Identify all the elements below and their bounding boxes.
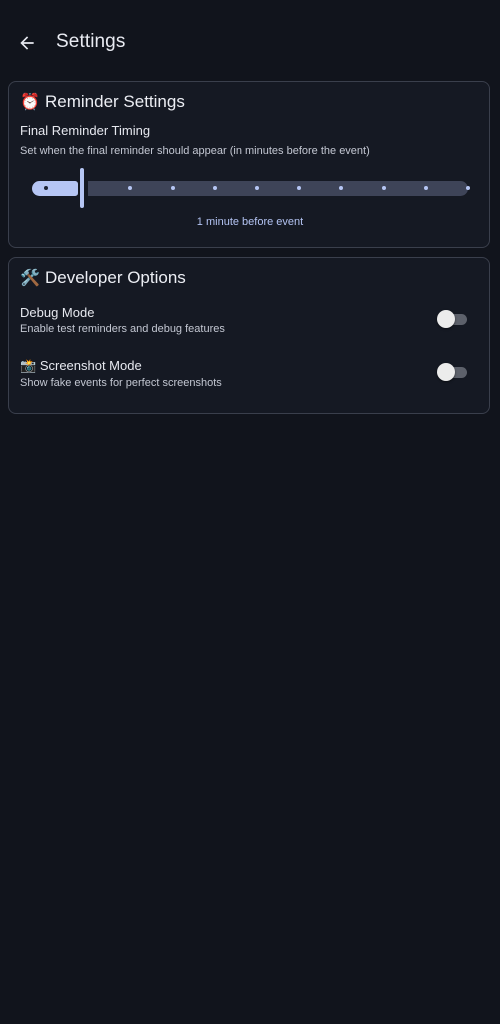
back-button[interactable] (12, 28, 42, 58)
slider-tick (212, 186, 217, 190)
reminder-settings-card: ⏰ Reminder Settings Final Reminder Timin… (8, 81, 490, 248)
slider-tick (381, 186, 386, 190)
developer-options-heading: Developer Options (45, 268, 186, 287)
slider-thumb[interactable] (80, 168, 84, 208)
final-reminder-timing-slider[interactable] (32, 168, 470, 208)
toggle-thumb (437, 310, 455, 328)
page-title: Settings (56, 31, 126, 52)
settings-screen: Settings ⏰ Reminder Settings Final Remin… (0, 0, 500, 1024)
camera-flash-icon: 📸 (20, 358, 37, 373)
reminder-settings-title: ⏰ Reminder Settings (20, 92, 185, 112)
reminder-settings-heading: Reminder Settings (45, 92, 185, 111)
slider-tick (170, 186, 175, 190)
screenshot-mode-toggle[interactable] (437, 363, 469, 381)
toggle-thumb (437, 363, 455, 381)
debug-mode-description: Enable test reminders and debug features (20, 323, 225, 335)
screenshot-mode-description: Show fake events for perfect screenshots (20, 377, 222, 389)
developer-options-card: 🛠️ Developer Options Debug Mode Enable t… (8, 257, 490, 414)
arrow-left-icon (20, 36, 34, 50)
top-app-bar: Settings (0, 0, 500, 86)
screenshot-mode-label: Screenshot Mode (39, 358, 142, 373)
screenshot-mode-label-row: 📸 Screenshot Mode (20, 358, 142, 374)
final-reminder-timing-description: Set when the final reminder should appea… (20, 145, 370, 157)
hammer-and-wrench-icon: 🛠️ (20, 270, 40, 287)
final-reminder-timing-label: Final Reminder Timing (20, 123, 151, 138)
slider-tick (255, 186, 259, 190)
slider-tick (44, 186, 48, 190)
debug-mode-toggle[interactable] (437, 310, 469, 328)
slider-tick (466, 186, 470, 190)
developer-options-title: 🛠️ Developer Options (20, 268, 186, 288)
slider-track-active (32, 181, 78, 196)
slider-tick (423, 186, 428, 190)
alarm-clock-icon: ⏰ (20, 94, 40, 111)
debug-mode-label: Debug Mode (20, 305, 95, 320)
slider-track-inactive (88, 181, 468, 196)
slider-value-label: 1 minute before event (196, 216, 304, 228)
